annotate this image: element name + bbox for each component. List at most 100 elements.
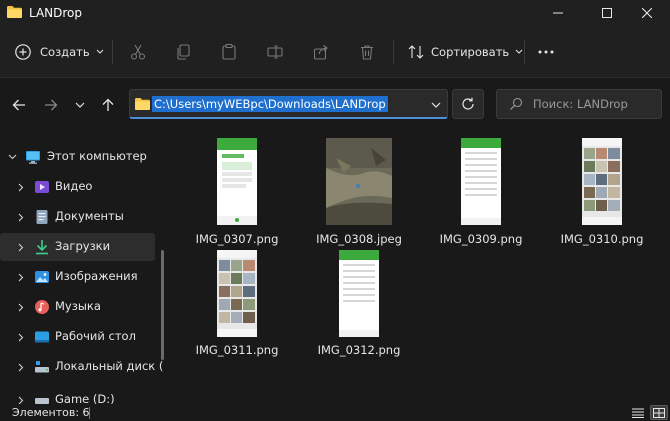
delete-button[interactable] bbox=[358, 38, 376, 66]
file-thumbnail bbox=[217, 250, 257, 337]
search-icon bbox=[510, 97, 523, 110]
paste-icon bbox=[222, 43, 236, 60]
window-title: LANDrop bbox=[29, 6, 83, 20]
more-options-button[interactable] bbox=[537, 38, 555, 66]
file-item[interactable]: IMG_0307.png bbox=[177, 138, 297, 250]
maximize-icon bbox=[602, 8, 612, 18]
create-label: Создать bbox=[40, 45, 90, 59]
cut-button[interactable] bbox=[129, 38, 147, 66]
download-icon bbox=[36, 240, 48, 255]
file-name: IMG_0311.png bbox=[195, 343, 279, 357]
separator bbox=[89, 407, 90, 419]
sidebar-item-this-pc[interactable]: Этот компьютер bbox=[0, 143, 155, 171]
delete-icon bbox=[361, 45, 373, 60]
file-thumbnail bbox=[461, 138, 501, 225]
separator bbox=[112, 40, 113, 64]
status-bar: Элементов: 6 bbox=[0, 404, 670, 421]
details-view-button[interactable] bbox=[629, 405, 647, 420]
chevron-right-icon[interactable] bbox=[16, 242, 26, 252]
sort-icon bbox=[408, 45, 424, 59]
back-button[interactable] bbox=[6, 92, 32, 118]
command-bar: Создать Сортировать bbox=[0, 26, 670, 78]
address-history-button[interactable] bbox=[426, 92, 446, 118]
title-bar: LANDrop bbox=[0, 0, 670, 26]
arrow-up-icon bbox=[102, 98, 114, 111]
file-item[interactable]: IMG_0311.png bbox=[177, 250, 297, 362]
file-thumbnail bbox=[326, 138, 392, 225]
file-name: IMG_0309.png bbox=[439, 232, 523, 246]
minimize-icon bbox=[553, 12, 563, 14]
arrow-left-icon bbox=[12, 99, 25, 111]
more-icon bbox=[538, 50, 554, 54]
share-icon bbox=[313, 45, 328, 60]
search-input[interactable]: Поиск: LANDrop bbox=[496, 89, 662, 119]
sidebar-item-video[interactable]: Видео bbox=[0, 173, 155, 201]
forward-button[interactable] bbox=[38, 92, 64, 118]
paste-button[interactable] bbox=[220, 38, 238, 66]
sidebar-item-label: Документы bbox=[55, 209, 124, 223]
minimize-button[interactable] bbox=[535, 0, 581, 26]
desktop-icon bbox=[35, 331, 49, 343]
address-bar[interactable]: C:\Users\myWEBpc\Downloads\LANDrop bbox=[129, 89, 448, 119]
sidebar-item-drive-d[interactable]: Game (D:) bbox=[0, 386, 155, 404]
file-item[interactable]: IMG_0310.png bbox=[542, 138, 662, 250]
sidebar-item-downloads[interactable]: Загрузки bbox=[0, 233, 155, 261]
file-item[interactable]: IMG_0309.png bbox=[421, 138, 541, 250]
sidebar-scrollbar[interactable] bbox=[161, 250, 164, 360]
drive-icon bbox=[35, 361, 49, 373]
sidebar-item-label: Этот компьютер bbox=[47, 149, 147, 163]
refresh-button[interactable] bbox=[452, 89, 484, 119]
monitor-icon bbox=[26, 151, 40, 164]
separator bbox=[393, 40, 394, 64]
search-placeholder: Поиск: LANDrop bbox=[533, 97, 628, 111]
sidebar-item-label: Музыка bbox=[55, 299, 101, 313]
sidebar-item-documents[interactable]: Документы bbox=[0, 203, 155, 231]
file-thumbnail bbox=[217, 138, 257, 225]
chevron-right-icon[interactable] bbox=[16, 302, 26, 312]
sidebar-item-pictures[interactable]: Изображения bbox=[0, 263, 155, 291]
chevron-right-icon[interactable] bbox=[16, 332, 26, 342]
sidebar-item-label: Загрузки bbox=[55, 239, 111, 253]
sidebar-item-label: Рабочий стол bbox=[55, 329, 136, 343]
copy-icon bbox=[177, 44, 190, 60]
chevron-right-icon[interactable] bbox=[16, 272, 26, 282]
chevron-right-icon[interactable] bbox=[16, 182, 26, 192]
chevron-down-icon bbox=[431, 102, 441, 108]
item-count: Элементов: 6 bbox=[12, 406, 90, 419]
chevron-right-icon[interactable] bbox=[16, 395, 26, 404]
create-button[interactable]: Создать bbox=[14, 38, 104, 66]
chevron-right-icon[interactable] bbox=[16, 212, 26, 222]
close-button[interactable] bbox=[624, 0, 670, 26]
sidebar-item-desktop[interactable]: Рабочий стол bbox=[0, 323, 155, 351]
separator bbox=[524, 40, 525, 64]
chevron-down-icon bbox=[96, 49, 104, 54]
sort-button[interactable]: Сортировать bbox=[407, 38, 523, 66]
music-icon bbox=[35, 300, 49, 314]
file-view: IMG_0307.png IMG_0308.jpeg IMG_0309.png … bbox=[170, 132, 670, 404]
plus-circle-icon bbox=[15, 44, 31, 60]
sidebar-item-label: Видео bbox=[55, 179, 93, 193]
large-icons-view-button[interactable] bbox=[650, 405, 668, 420]
share-button[interactable] bbox=[312, 38, 330, 66]
recent-locations-button[interactable] bbox=[67, 92, 93, 118]
sidebar-item-music[interactable]: Музыка bbox=[0, 293, 155, 321]
chevron-right-icon[interactable] bbox=[16, 362, 26, 372]
file-item[interactable]: IMG_0308.jpeg bbox=[299, 138, 419, 250]
rename-button[interactable] bbox=[266, 38, 284, 66]
arrow-right-icon bbox=[45, 99, 58, 111]
address-path[interactable]: C:\Users\myWEBpc\Downloads\LANDrop bbox=[152, 96, 388, 112]
cut-icon bbox=[130, 44, 146, 60]
folder-icon bbox=[135, 98, 150, 110]
sidebar-item-label: Game (D:) bbox=[55, 392, 115, 404]
file-item[interactable]: IMG_0312.png bbox=[299, 250, 419, 362]
close-icon bbox=[642, 8, 652, 18]
rename-icon bbox=[267, 45, 283, 59]
sidebar-item-label: Локальный диск (C bbox=[55, 359, 163, 373]
large-icons-view-icon bbox=[653, 407, 665, 418]
chevron-down-icon[interactable] bbox=[7, 152, 17, 162]
drive-icon bbox=[35, 398, 49, 404]
sidebar-item-drive-c[interactable]: Локальный диск (C bbox=[0, 353, 163, 381]
up-button[interactable] bbox=[95, 92, 121, 118]
file-name: IMG_0310.png bbox=[560, 232, 644, 246]
copy-button[interactable] bbox=[175, 38, 193, 66]
